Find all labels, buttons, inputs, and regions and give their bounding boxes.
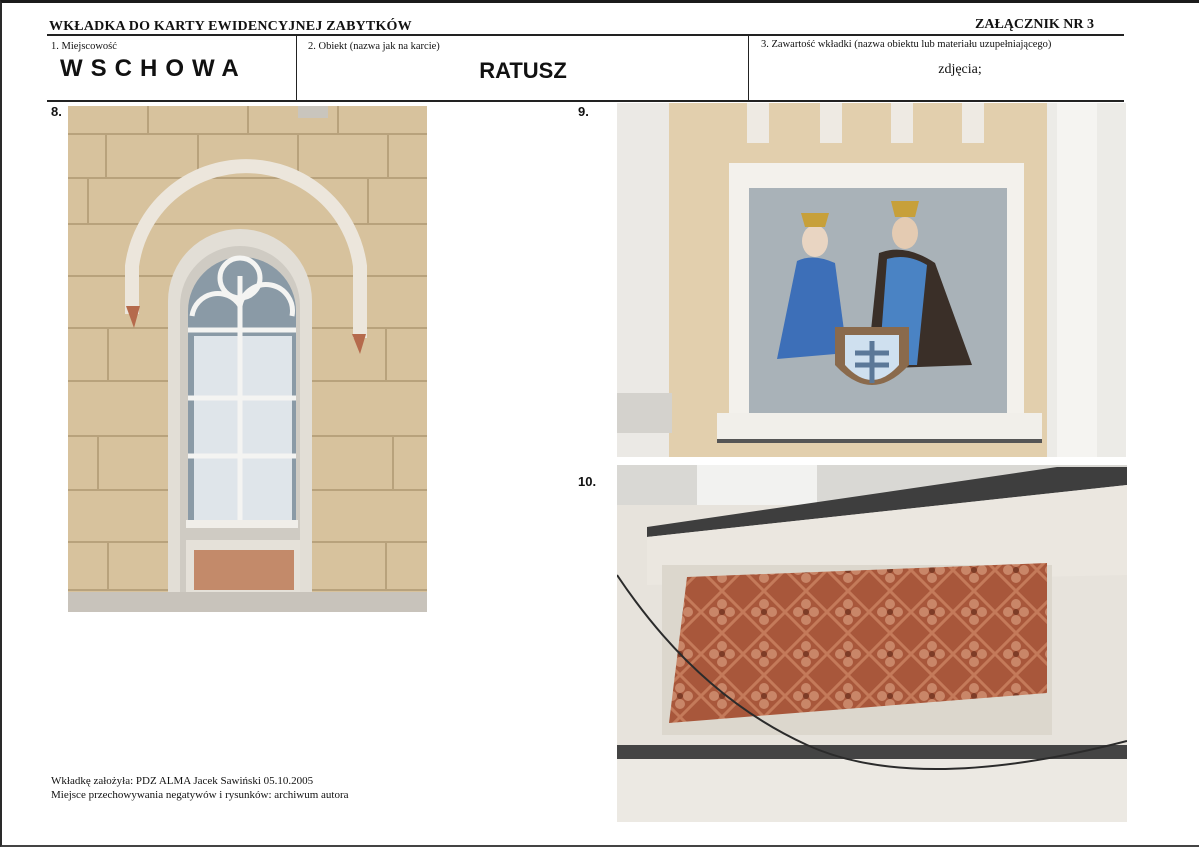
photo-9-number: 9. <box>578 104 589 119</box>
footer-storage: Miejsce przechowywania negatywów i rysun… <box>51 789 349 801</box>
header-divider-2 <box>748 34 749 101</box>
content-value: zdjęcia; <box>938 62 982 77</box>
photo-8-number: 8. <box>51 104 62 119</box>
form-title: WKŁADKA DO KARTY EWIDENCYJNEJ ZABYTKÓW <box>49 19 412 34</box>
object-label: 2. Obiekt (nazwa jak na karcie) <box>308 41 440 52</box>
photo-10-cornice <box>617 465 1127 822</box>
photo-8-window <box>68 106 427 612</box>
header-divider-1 <box>296 34 297 101</box>
object-value: RATUSZ <box>479 58 567 83</box>
photo-9-relief <box>617 103 1126 457</box>
photo-10-number: 10. <box>578 474 597 489</box>
footer-author: Wkładkę założyła: PDZ ALMA Jacek Sawińsk… <box>51 775 314 787</box>
content-label: 3. Zawartość wkładki (nazwa obiektu lub … <box>761 39 1052 50</box>
header-rule-top <box>47 34 1124 36</box>
locality-value: WSCHOWA <box>60 55 247 82</box>
locality-label: 1. Miejscowość <box>51 41 117 52</box>
header-rule-bottom <box>47 100 1124 102</box>
annex-number: ZAŁĄCZNIK NR 3 <box>975 17 1095 32</box>
